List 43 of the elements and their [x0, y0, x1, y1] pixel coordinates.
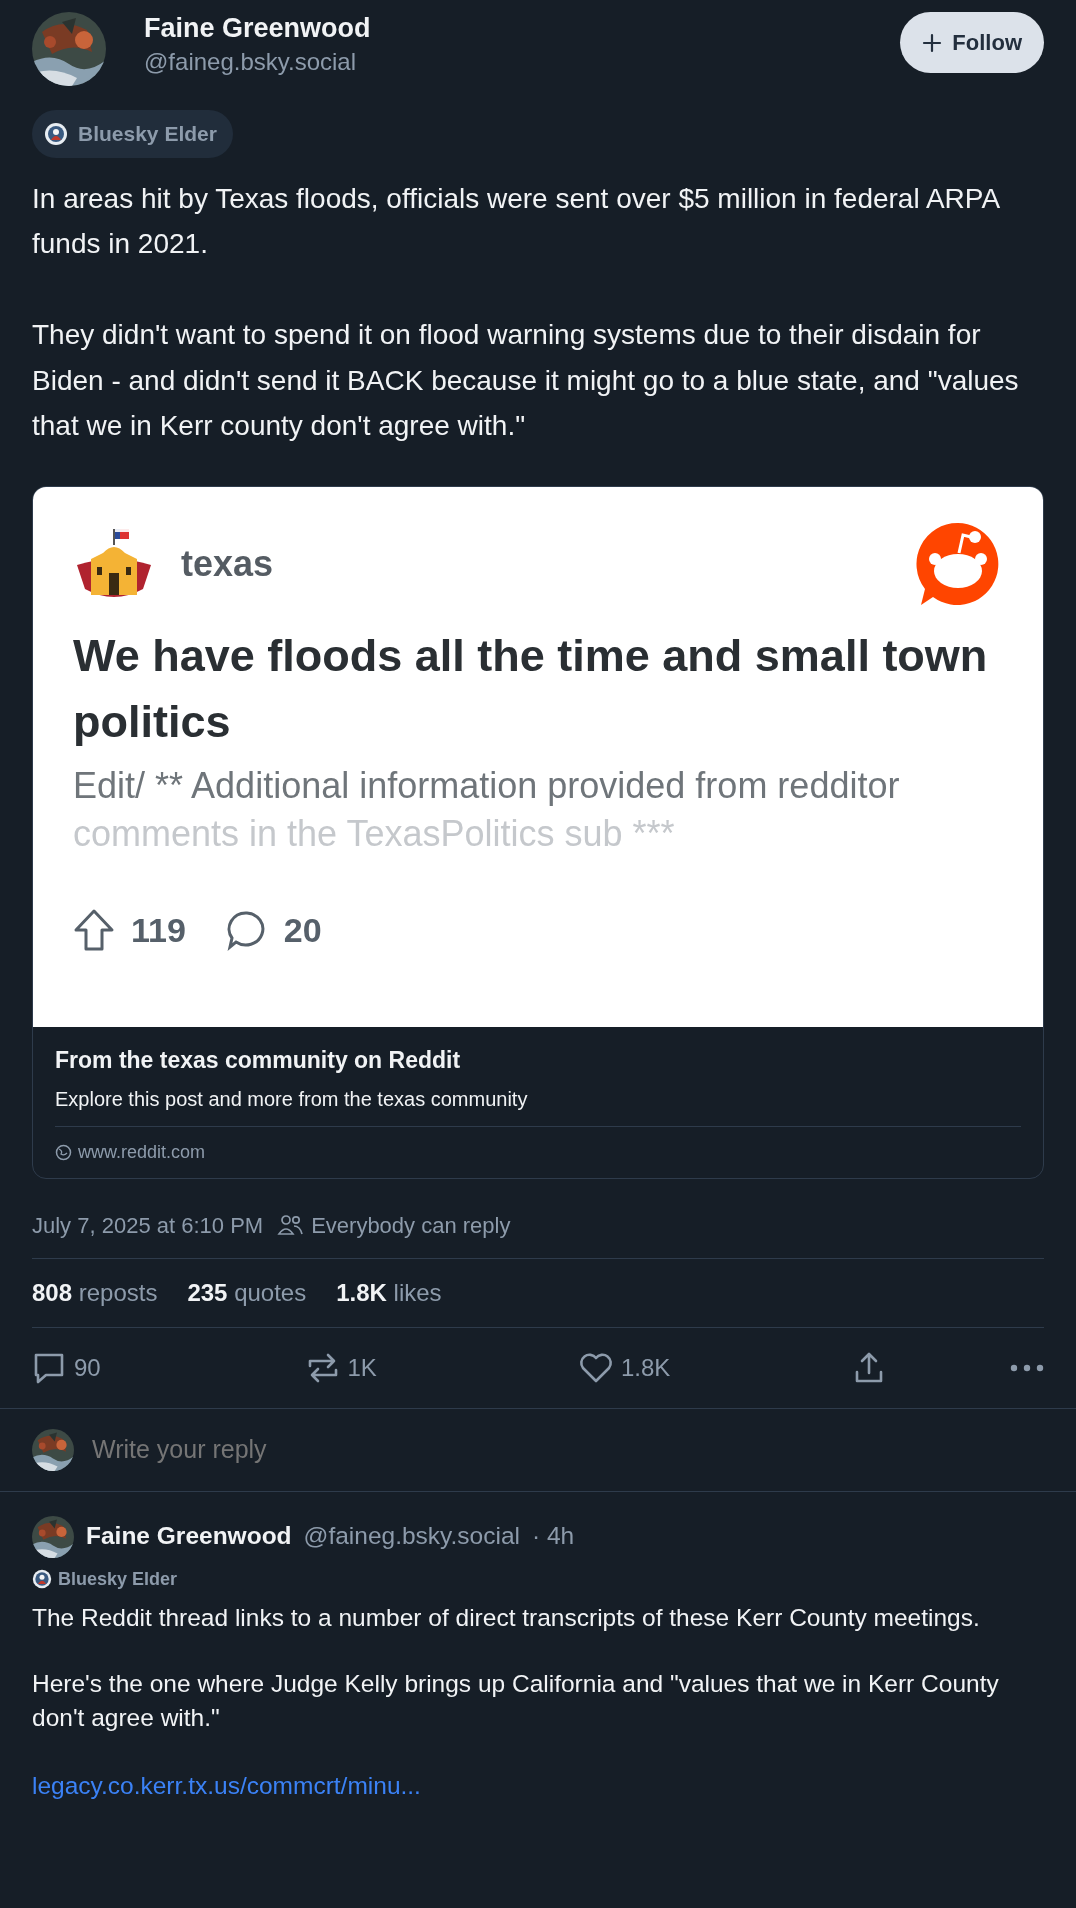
card-description: Explore this post and more from the texas community [55, 1086, 529, 1112]
card-domain: www.reddit.com [78, 1140, 206, 1164]
post-time: · 4h [532, 1521, 575, 1552]
follow-button[interactable]: Follow [900, 12, 1044, 73]
more-button[interactable] [1010, 1363, 1044, 1372]
more-icon [1010, 1363, 1044, 1372]
reply-text: Here's the one where Judge Kelly brings up California and "values that we in Kerr County don't agree with." [32, 1669, 1000, 1734]
post-title: We have floods all the time and small town politics [73, 629, 989, 750]
reply-setting[interactable]: Everybody can reply [311, 1208, 511, 1242]
badge-icon [32, 1569, 52, 1590]
badge-label: Bluesky Elder [78, 121, 217, 147]
heart-icon [579, 1351, 613, 1384]
people-icon [277, 1214, 304, 1237]
transcript-link[interactable]: legacy.co.kerr.tx.us/commcrt/minu... [32, 1771, 421, 1799]
post-text: In areas hit by Texas floods, officials were sent over $5 million in federal ARPA funds in 2021. [32, 181, 1001, 261]
reply-button[interactable]: 90 [32, 1349, 182, 1386]
author-name[interactable]: Faine Greenwood [86, 1518, 292, 1556]
upvote-icon [73, 908, 115, 953]
author-handle[interactable]: @faineg.bsky.social [144, 44, 901, 81]
author-name[interactable]: Faine Greenwood [144, 12, 901, 45]
post-text: They didn't want to spend it on flood warning systems due to their disdain for Biden - and didn't send it BACK because it might go to a blue state, and "values that we in Kerr county don't agree with." [32, 318, 1020, 443]
post-excerpt: Edit/ ** Additional information provided from redditor [73, 763, 901, 808]
globe-icon [55, 1143, 72, 1161]
link-card[interactable] [32, 486, 1044, 1179]
elder-badge[interactable]: Bluesky Elder [32, 110, 233, 158]
stat-link[interactable]: 1.8K likes [336, 1274, 442, 1311]
stat-link[interactable]: 808 reposts [32, 1274, 158, 1311]
comment-count: 20 [283, 909, 322, 951]
badge-icon [44, 121, 68, 146]
repost-button[interactable]: 1K [305, 1349, 456, 1386]
elder-badge[interactable]: Bluesky Elder [58, 1565, 178, 1593]
comment-icon [32, 1351, 66, 1384]
plus-icon [922, 32, 943, 53]
upvote-count: 119 [131, 909, 186, 951]
card-title: From the texas community on Reddit [55, 1046, 462, 1076]
reply-text: The Reddit thread links to a number of direct transcripts of these Kerr County meetings. [32, 1602, 981, 1633]
stat-link[interactable]: 235 quotes [187, 1274, 307, 1311]
author-handle[interactable]: @faineg.bsky.social [303, 1518, 520, 1556]
like-button[interactable]: 1.8K [579, 1349, 729, 1386]
post-timestamp: July 7, 2025 at 6:10 PM [32, 1211, 264, 1240]
reply-field[interactable]: Write your reply [92, 1431, 1044, 1469]
post-excerpt: comments in the TexasPolitics sub *** [73, 812, 676, 857]
community-name: texas [181, 542, 274, 587]
